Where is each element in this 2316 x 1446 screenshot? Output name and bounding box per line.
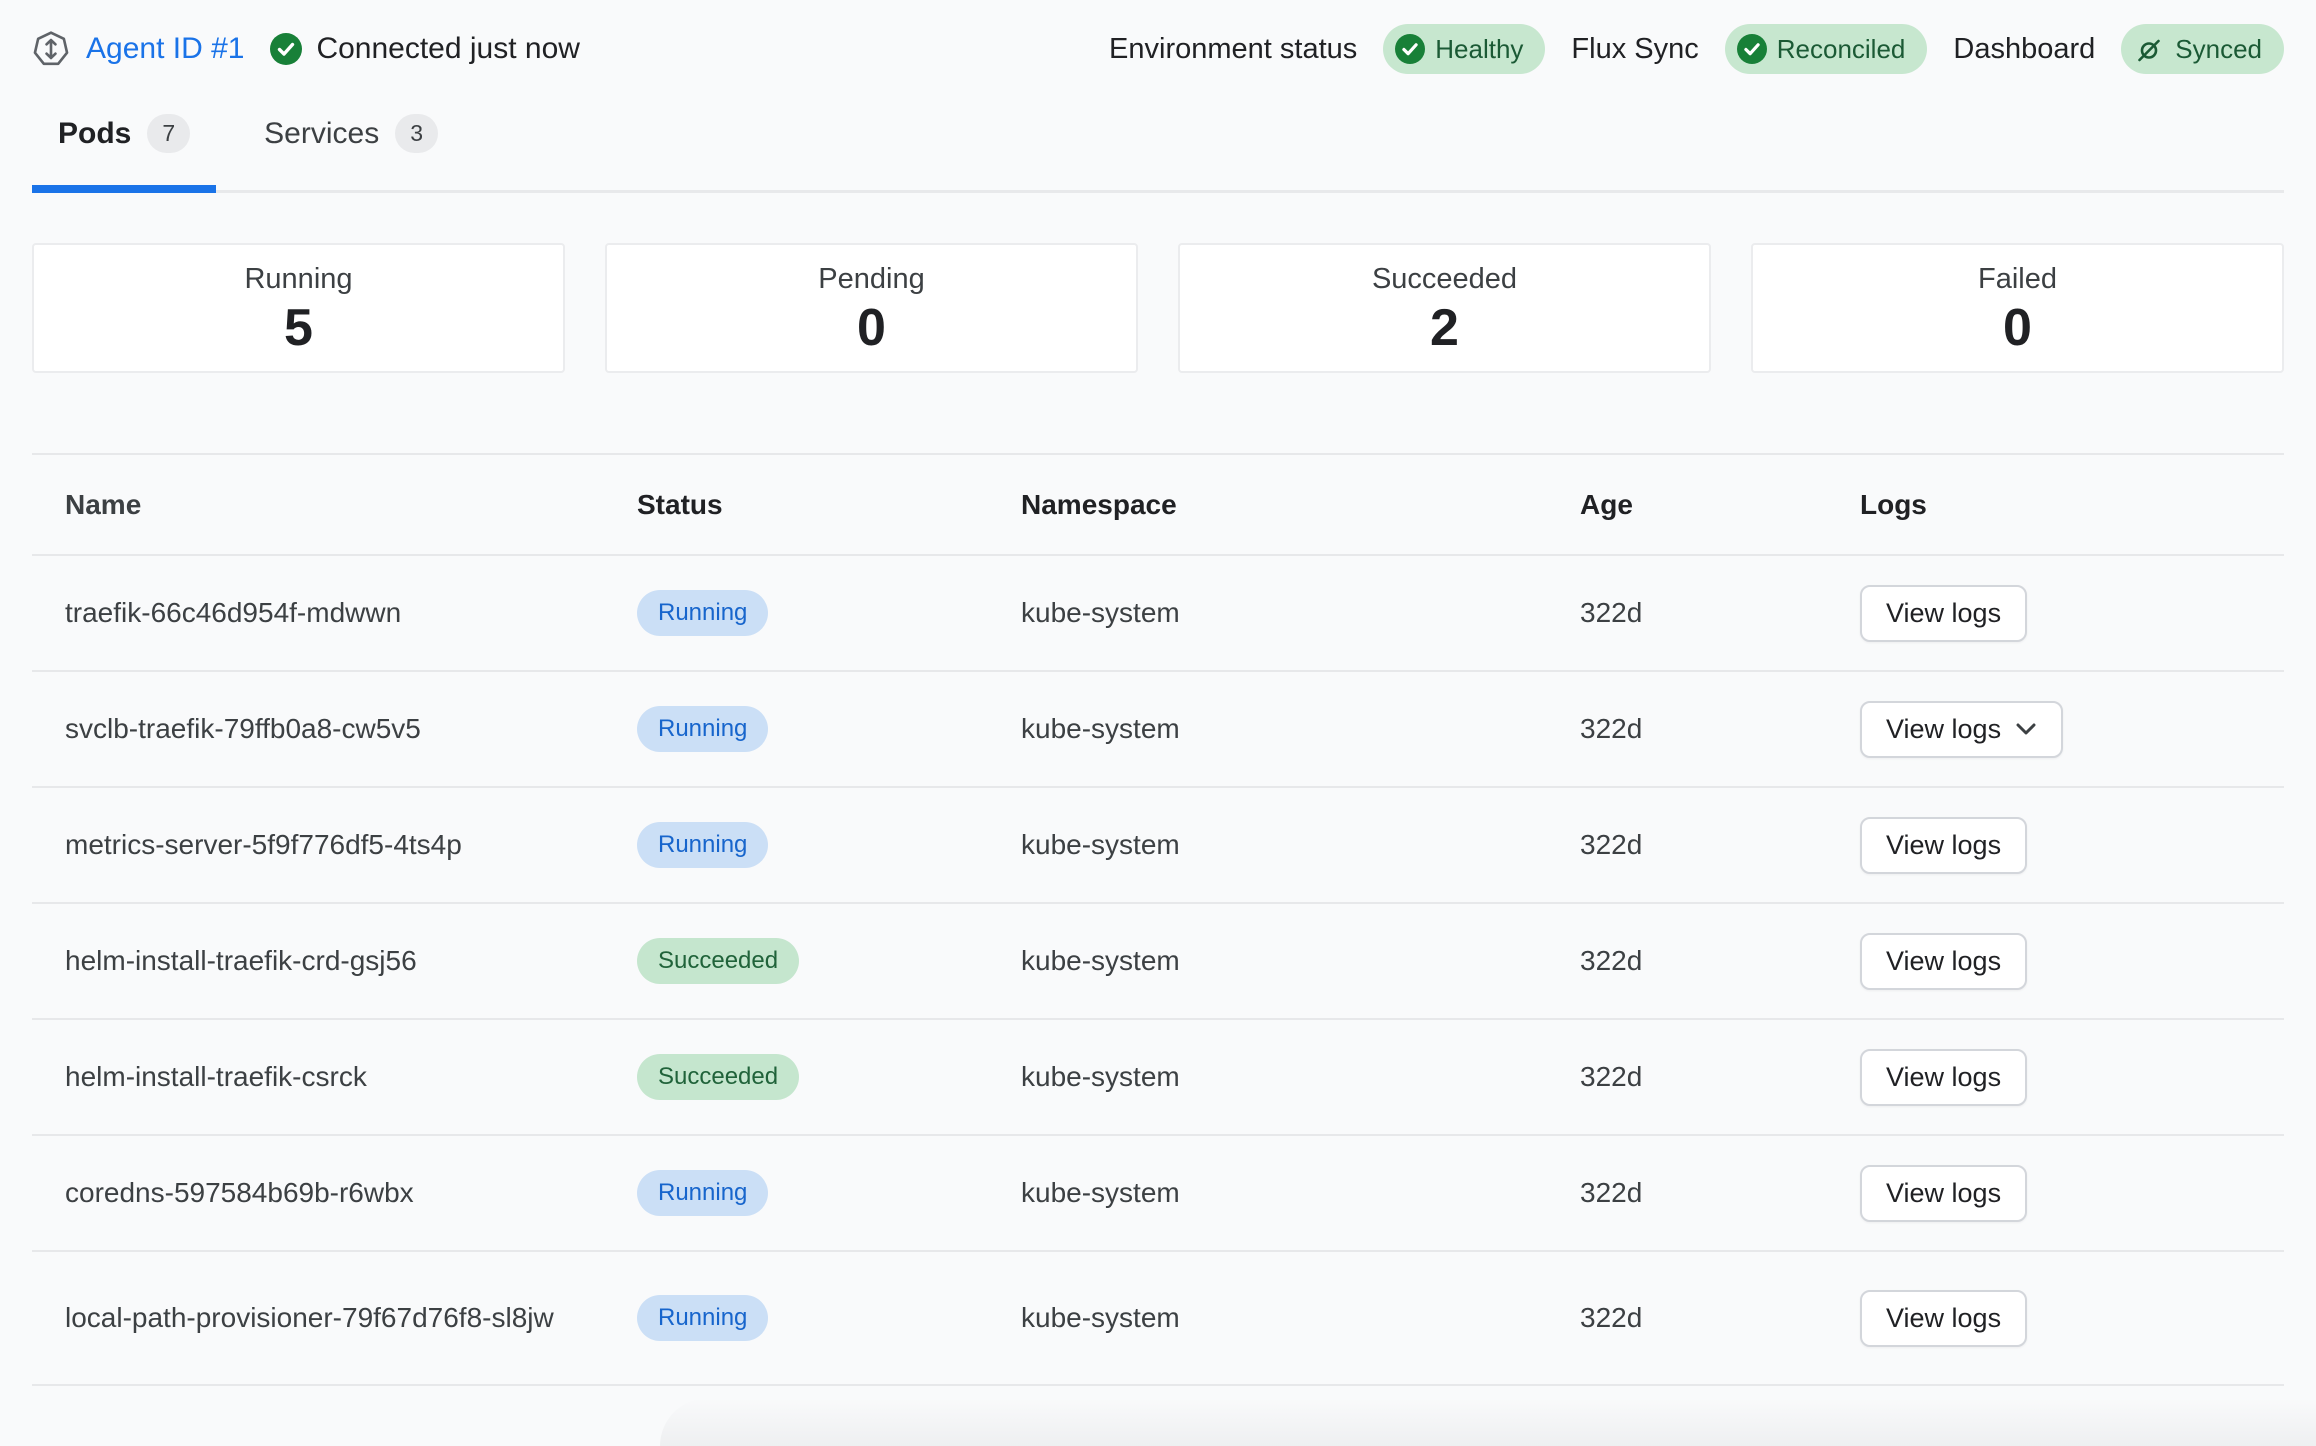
stat-card-pending: Pending 0 [605, 243, 1138, 373]
status-badge: Running [637, 1295, 768, 1341]
agent-id-link[interactable]: Agent ID #1 [86, 32, 244, 66]
view-logs-button[interactable]: View logs [1860, 933, 2027, 990]
pod-age: 322d [1580, 713, 1860, 745]
dashboard-sync-badge: Synced [2121, 24, 2284, 74]
stat-value: 0 [2003, 302, 2032, 354]
tab-pods-label: Pods [58, 117, 131, 151]
tab-services-label: Services [264, 117, 379, 151]
pod-namespace: kube-system [1021, 597, 1580, 629]
pod-name: coredns-597584b69b-r6wbx [32, 1171, 637, 1214]
status-badge: Running [637, 706, 768, 752]
pod-age: 322d [1580, 597, 1860, 629]
pod-name: traefik-66c46d954f-mdwwn [32, 591, 637, 634]
pod-age: 322d [1580, 1177, 1860, 1209]
column-header-name: Name [32, 489, 637, 521]
pod-name: helm-install-traefik-crd-gsj56 [32, 939, 637, 982]
tab-pods[interactable]: Pods 7 [32, 96, 216, 193]
pod-age: 322d [1580, 945, 1860, 977]
stat-value: 0 [857, 302, 886, 354]
stat-label: Failed [1978, 263, 2057, 296]
sync-icon [2135, 34, 2165, 64]
view-logs-button[interactable]: View logs [1860, 817, 2027, 874]
column-header-age: Age [1580, 489, 1860, 521]
agent-icon [32, 30, 70, 68]
table-row: svclb-traefik-79ffb0a8-cw5v5 Running kub… [32, 672, 2284, 788]
pod-namespace: kube-system [1021, 1302, 1580, 1334]
stat-label: Running [244, 263, 352, 296]
pod-name: local-path-provisioner-79f67d76f8-sl8jw [32, 1296, 637, 1339]
pod-age: 322d [1580, 1061, 1860, 1093]
pod-name: svclb-traefik-79ffb0a8-cw5v5 [32, 707, 637, 750]
check-circle-icon [270, 33, 302, 65]
check-circle-icon [1395, 34, 1425, 64]
column-header-status: Status [637, 489, 1021, 521]
pod-name: helm-install-traefik-csrck [32, 1055, 637, 1098]
view-logs-button[interactable]: View logs [1860, 1165, 2027, 1222]
table-header-row: Name Status Namespace Age Logs [32, 455, 2284, 556]
tab-services[interactable]: Services 3 [238, 96, 464, 193]
column-header-namespace: Namespace [1021, 489, 1580, 521]
view-logs-dropdown-button[interactable]: View logs [1860, 701, 2063, 758]
connection-status-text: Connected just now [316, 32, 580, 66]
table-row: helm-install-traefik-csrck Succeeded kub… [32, 1020, 2284, 1136]
table-row: metrics-server-5f9f776df5-4ts4p Running … [32, 788, 2284, 904]
flux-sync-label: Flux Sync [1571, 33, 1698, 66]
tab-pods-count-badge: 7 [147, 114, 190, 153]
view-logs-button[interactable]: View logs [1860, 1049, 2027, 1106]
below-fold-panel-edge [660, 1398, 2316, 1446]
tab-services-count-badge: 3 [395, 114, 438, 153]
stat-label: Succeeded [1372, 263, 1517, 296]
pod-namespace: kube-system [1021, 1061, 1580, 1093]
environment-status-label: Environment status [1109, 33, 1357, 66]
stat-value: 5 [284, 302, 313, 354]
view-logs-button[interactable]: View logs [1860, 585, 2027, 642]
pod-namespace: kube-system [1021, 1177, 1580, 1209]
status-badge: Succeeded [637, 1054, 799, 1100]
stat-card-succeeded: Succeeded 2 [1178, 243, 1711, 373]
pod-status-summary: Running 5 Pending 0 Succeeded 2 Failed 0 [32, 243, 2284, 373]
column-header-logs: Logs [1860, 489, 2284, 521]
pods-table: Name Status Namespace Age Logs traefik-6… [32, 453, 2284, 1386]
pod-namespace: kube-system [1021, 829, 1580, 861]
tab-bar: Pods 7 Services 3 [32, 96, 2284, 193]
status-badge: Running [637, 822, 768, 868]
table-row: coredns-597584b69b-r6wbx Running kube-sy… [32, 1136, 2284, 1252]
stat-card-running: Running 5 [32, 243, 565, 373]
pod-namespace: kube-system [1021, 945, 1580, 977]
view-logs-button[interactable]: View logs [1860, 1290, 2027, 1347]
status-badge: Running [637, 1170, 768, 1216]
check-circle-icon [1737, 34, 1767, 64]
table-row: local-path-provisioner-79f67d76f8-sl8jw … [32, 1252, 2284, 1386]
pod-name: metrics-server-5f9f776df5-4ts4p [32, 823, 637, 866]
table-row: traefik-66c46d954f-mdwwn Running kube-sy… [32, 556, 2284, 672]
environment-status-badge: Healthy [1383, 24, 1545, 74]
stat-label: Pending [818, 263, 924, 296]
flux-sync-badge: Reconciled [1725, 24, 1928, 74]
chevron-down-icon [2015, 722, 2037, 736]
status-badge: Succeeded [637, 938, 799, 984]
top-bar: Agent ID #1 Connected just now Environme… [32, 0, 2284, 72]
dashboard-label: Dashboard [1953, 33, 2095, 66]
pod-age: 322d [1580, 1302, 1860, 1334]
status-badge: Running [637, 590, 768, 636]
pod-namespace: kube-system [1021, 713, 1580, 745]
stat-card-failed: Failed 0 [1751, 243, 2284, 373]
pod-age: 322d [1580, 829, 1860, 861]
stat-value: 2 [1430, 302, 1459, 354]
table-row: helm-install-traefik-crd-gsj56 Succeeded… [32, 904, 2284, 1020]
